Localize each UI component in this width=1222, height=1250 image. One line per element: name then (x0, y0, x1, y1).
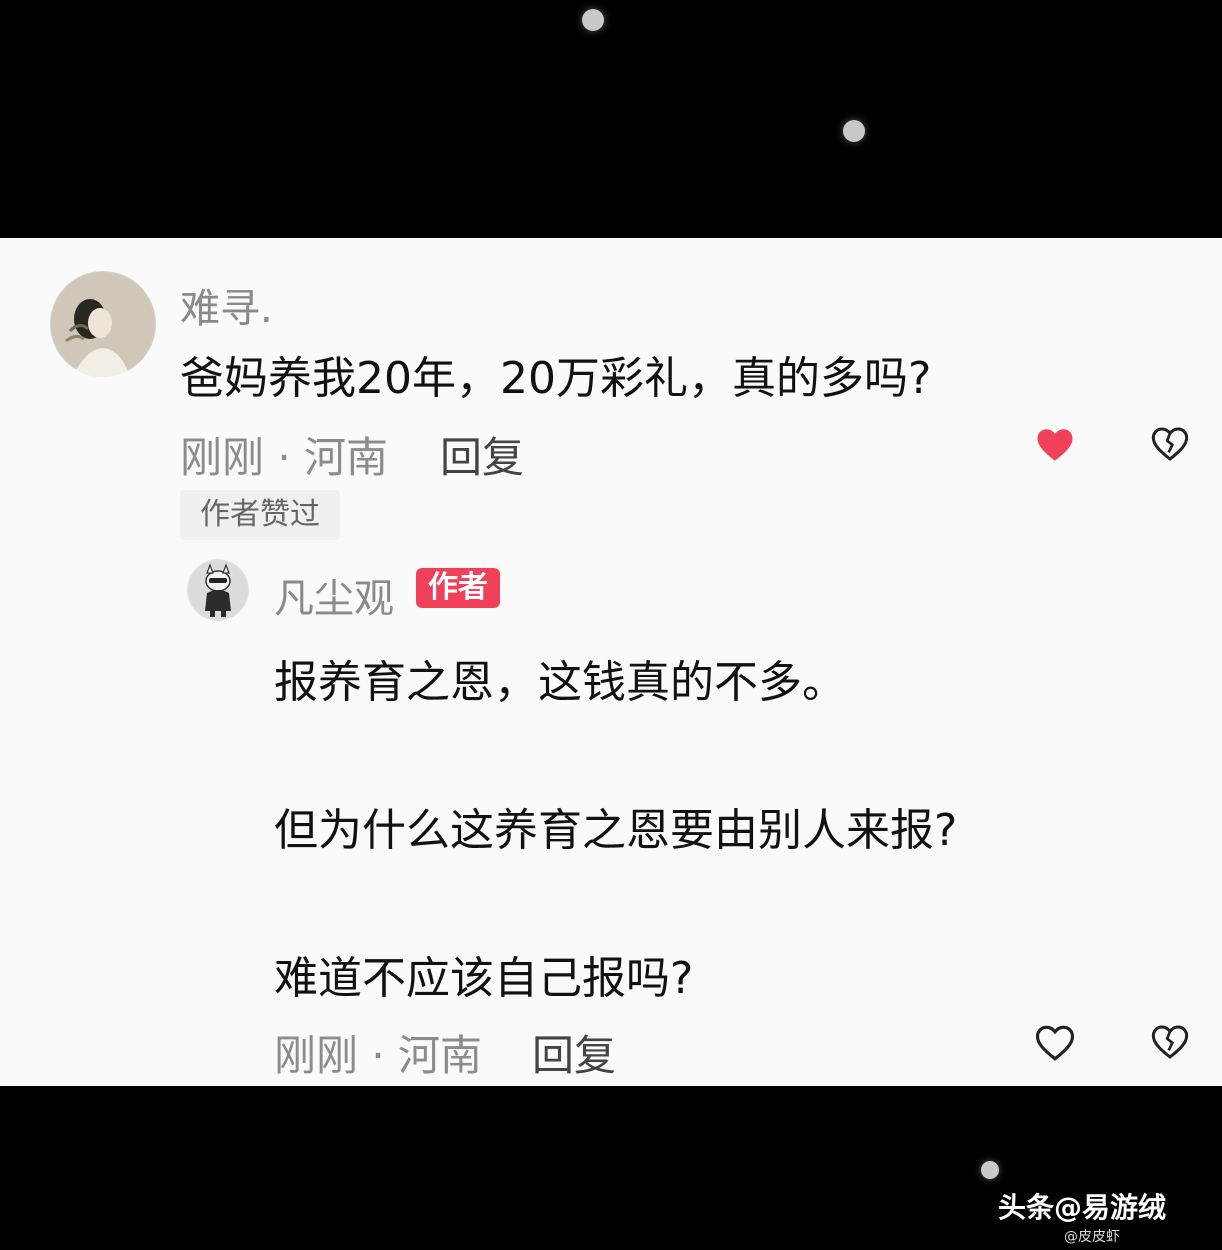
author-badge: 作者 (416, 568, 500, 608)
commenter-username[interactable]: 难寻. (180, 276, 273, 334)
comment-reply-button[interactable]: 回复 (440, 424, 524, 485)
watermark-sub: @皮皮虾 (1064, 1229, 1120, 1245)
comment-text: 爸妈养我20年，20万彩礼，真的多吗? (180, 353, 932, 404)
dislike-button[interactable] (1150, 424, 1190, 464)
broken-heart-icon (1151, 1025, 1189, 1059)
reply-reply-button[interactable]: 回复 (532, 1022, 616, 1083)
reply-text-line: 报养育之恩，这钱真的不多。 (274, 657, 846, 708)
author-avatar[interactable] (187, 559, 249, 621)
decorative-dot (582, 9, 604, 31)
like-button[interactable] (1034, 424, 1076, 466)
heart-icon (1035, 1025, 1075, 1061)
comment-meta: 刚刚 · 河南 (180, 433, 389, 482)
broken-heart-icon (1151, 427, 1189, 461)
watermark: 头条@易游绒 (998, 1191, 1167, 1224)
reply-text-line: 但为什么这养育之恩要由别人来报? (274, 805, 958, 856)
reply-dislike-button[interactable] (1150, 1022, 1190, 1062)
reply-text-line: 难道不应该自己报吗? (274, 953, 694, 1004)
author-username[interactable]: 凡尘观 (274, 566, 394, 624)
heart-icon (1037, 429, 1073, 461)
author-liked-tag: 作者赞过 (180, 490, 340, 540)
decorative-dot (843, 120, 865, 142)
reply-like-button[interactable] (1034, 1022, 1076, 1064)
decorative-dot (981, 1161, 999, 1179)
reply-meta: 刚刚 · 河南 (274, 1031, 483, 1080)
commenter-avatar[interactable] (50, 271, 156, 377)
